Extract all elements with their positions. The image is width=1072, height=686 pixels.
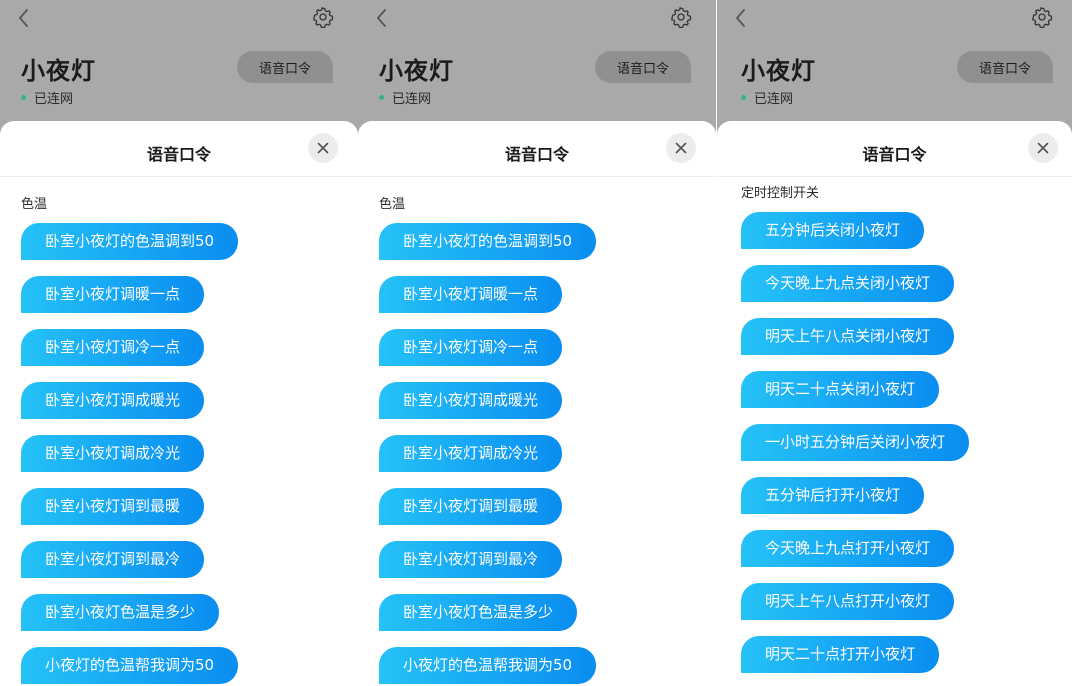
close-icon <box>675 142 687 154</box>
command-chip[interactable]: 卧室小夜灯的色温调到50 <box>21 223 239 260</box>
voice-command-sheet: 语音口令 色温 卧室小夜灯的色温调到50 卧室小夜灯调暖一点 卧室小夜灯调冷一点… <box>358 121 716 686</box>
command-chip[interactable]: 卧室小夜灯调到最冷 <box>21 541 205 578</box>
top-bar <box>717 0 1072 36</box>
top-bar <box>358 0 716 36</box>
command-chip[interactable]: 明天二十点关闭小夜灯 <box>741 371 940 408</box>
section-label: 色温 <box>21 197 48 212</box>
top-bar <box>0 0 358 36</box>
command-chip[interactable]: 卧室小夜灯调到最暖 <box>21 488 205 525</box>
command-chip[interactable]: 卧室小夜灯调成暖光 <box>379 382 563 419</box>
command-chip[interactable]: 卧室小夜灯调成暖光 <box>21 382 205 419</box>
connection-status: 已连网 <box>741 88 793 107</box>
command-chip[interactable]: 卧室小夜灯调冷一点 <box>21 329 205 366</box>
close-button[interactable] <box>666 133 696 163</box>
voice-command-button[interactable]: 语音口令 <box>595 51 691 83</box>
chevron-left-icon[interactable] <box>372 6 392 30</box>
command-chip[interactable]: 卧室小夜灯调冷一点 <box>379 329 563 366</box>
section-label: 色温 <box>379 197 406 212</box>
sheet-title: 语音口令 <box>504 145 569 164</box>
chevron-left-icon[interactable] <box>14 6 34 30</box>
command-chip[interactable]: 今天晚上九点关闭小夜灯 <box>741 265 955 302</box>
voice-command-sheet: 语音口令 色温 卧室小夜灯的色温调到50 卧室小夜灯调暖一点 卧室小夜灯调冷一点… <box>0 121 358 686</box>
close-button[interactable] <box>308 133 338 163</box>
sheet-header: 语音口令 <box>717 121 1072 177</box>
connection-status: 已连网 <box>21 88 73 107</box>
close-button[interactable] <box>1028 133 1058 163</box>
status-text: 已连网 <box>392 92 432 107</box>
command-chip[interactable]: 小夜灯的色温帮我调为50 <box>379 647 597 684</box>
command-chip[interactable]: 卧室小夜灯调暖一点 <box>21 276 205 313</box>
device-title: 小夜灯 <box>21 57 96 85</box>
screens: 小夜灯 已连网 语音口令 语音口令 色温 卧室小夜灯的色温调到50 卧室小夜灯调… <box>0 0 1072 686</box>
command-chip[interactable]: 明天上午八点打开小夜灯 <box>741 583 955 620</box>
status-dot-icon <box>741 95 746 100</box>
command-chip[interactable]: 卧室小夜灯调到最暖 <box>379 488 563 525</box>
gear-icon[interactable] <box>1031 6 1053 28</box>
status-dot-icon <box>379 95 384 100</box>
sheet-title: 语音口令 <box>862 145 927 164</box>
chevron-left-icon[interactable] <box>731 6 751 30</box>
status-text: 已连网 <box>754 92 794 107</box>
sheet-header: 语音口令 <box>358 121 716 177</box>
close-icon <box>1037 142 1049 154</box>
sheet-header: 语音口令 <box>0 121 358 177</box>
command-chip[interactable]: 五分钟后打开小夜灯 <box>741 477 925 514</box>
screen-2: 小夜灯 已连网 语音口令 语音口令 色温 卧室小夜灯的色温调到50 卧室小夜灯调… <box>358 0 716 686</box>
device-title: 小夜灯 <box>379 57 454 85</box>
sheet-title: 语音口令 <box>146 145 211 164</box>
command-chip[interactable]: 卧室小夜灯的色温调到50 <box>379 223 597 260</box>
command-chip[interactable]: 明天二十点打开小夜灯 <box>741 636 940 673</box>
gear-icon[interactable] <box>312 6 334 28</box>
screen-3: 小夜灯 已连网 语音口令 语音口令 定时控制开关 五分钟后关闭小夜灯 今天晚上九… <box>717 0 1072 686</box>
voice-command-button[interactable]: 语音口令 <box>237 51 333 83</box>
command-chip[interactable]: 明天上午八点关闭小夜灯 <box>741 318 955 355</box>
connection-status: 已连网 <box>379 88 431 107</box>
command-chip[interactable]: 小夜灯的色温帮我调为50 <box>21 647 239 684</box>
status-text: 已连网 <box>34 92 74 107</box>
screen-1: 小夜灯 已连网 语音口令 语音口令 色温 卧室小夜灯的色温调到50 卧室小夜灯调… <box>0 0 358 686</box>
command-chip[interactable]: 卧室小夜灯调成冷光 <box>379 435 563 472</box>
gear-icon[interactable] <box>670 6 692 28</box>
status-dot-icon <box>21 95 26 100</box>
command-chip[interactable]: 卧室小夜灯调暖一点 <box>379 276 563 313</box>
voice-command-button[interactable]: 语音口令 <box>957 51 1053 83</box>
device-title: 小夜灯 <box>741 57 816 85</box>
close-icon <box>317 142 329 154</box>
command-chip[interactable]: 卧室小夜灯色温是多少 <box>21 594 220 631</box>
command-chip[interactable]: 一小时五分钟后关闭小夜灯 <box>741 424 970 461</box>
section-label: 定时控制开关 <box>741 186 820 201</box>
voice-command-sheet: 语音口令 定时控制开关 五分钟后关闭小夜灯 今天晚上九点关闭小夜灯 明天上午八点… <box>717 121 1072 686</box>
command-chip[interactable]: 卧室小夜灯色温是多少 <box>379 594 578 631</box>
command-chip[interactable]: 五分钟后关闭小夜灯 <box>741 212 925 249</box>
command-chip[interactable]: 卧室小夜灯调到最冷 <box>379 541 563 578</box>
command-chip[interactable]: 今天晚上九点打开小夜灯 <box>741 530 955 567</box>
command-chip[interactable]: 卧室小夜灯调成冷光 <box>21 435 205 472</box>
